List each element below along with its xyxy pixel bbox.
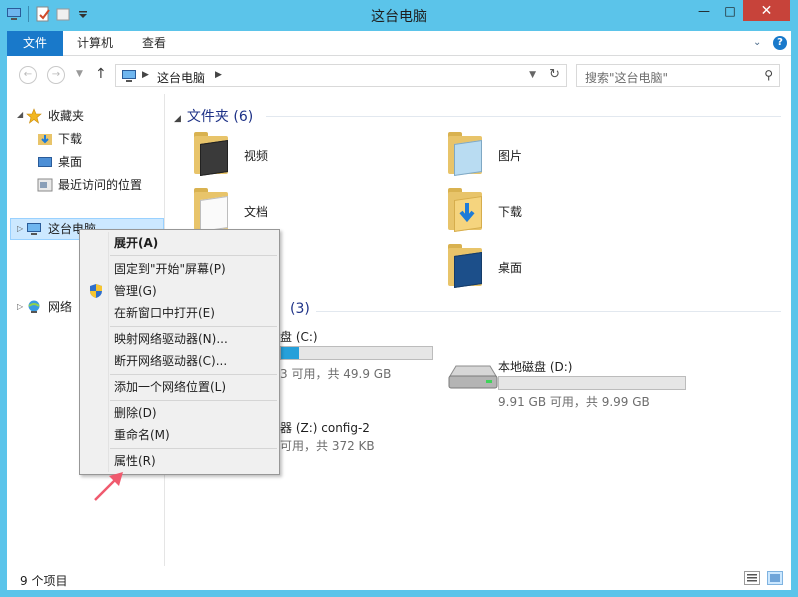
recent-locations-icon[interactable]: ▼ [76,69,83,79]
tree-label: 最近访问的位置 [58,178,143,192]
folder-documents[interactable]: 文档 [244,203,268,220]
menu-item-pin-to-start[interactable]: 固定到"开始"屏幕(P) [82,258,277,280]
group-divider [266,116,781,117]
computer-icon [121,68,137,87]
tab-file[interactable]: 文件 [7,31,63,56]
ribbon-tabs: 文件 计算机 查看 ⌄ ? [7,31,791,56]
tree-downloads[interactable]: 下载 [37,128,157,150]
breadcrumb-this-pc[interactable]: 这台电脑 [157,69,205,86]
desktop-folder-icon [448,244,482,288]
forward-button[interactable]: → [47,66,65,84]
menu-separator [110,374,277,375]
status-bar: 9 个项目 [7,566,791,590]
desktop-icon [37,154,53,170]
expand-icon[interactable]: ▷ [17,218,23,240]
drive-z-free: 可用，共 372 KB [280,439,375,453]
item-count: 9 个项目 [20,574,68,588]
devices-group-header[interactable]: (3) [290,301,310,317]
recent-places-icon [37,177,53,193]
refresh-icon[interactable]: ↻ [549,67,560,82]
tree-favorites[interactable]: ◢ 收藏夹 [17,105,157,127]
menu-separator [110,326,277,327]
tree-label: 网络 [48,300,73,314]
drive-c-free: 3 可用，共 49.9 GB [280,367,392,381]
drive-c-usage-bar [280,346,433,360]
tree-label: 桌面 [58,155,83,169]
folder-videos[interactable]: 视频 [244,147,268,164]
menu-item-open-new-window[interactable]: 在新窗口中打开(E) [82,302,277,324]
search-placeholder[interactable]: 搜索"这台电脑" [585,69,668,86]
context-menu: 展开(A) 固定到"开始"屏幕(P) 管理(G) 在新窗口中打开(E) 映射网络… [79,229,280,475]
maximize-button[interactable]: □ [717,0,743,21]
tree-recent-places[interactable]: 最近访问的位置 [37,174,162,196]
search-icon[interactable]: ⚲ [764,68,773,82]
window-controls: — □ ✕ [691,0,790,21]
downloads-folder-icon [448,188,482,232]
menu-separator [110,448,277,449]
star-icon [26,108,42,124]
drive-d-usage-bar [498,376,686,390]
drive-d-name[interactable]: 本地磁盘 (D:) [498,358,572,375]
tree-label: 收藏夹 [48,109,85,123]
pictures-folder-icon [448,132,482,176]
address-dropdown-icon[interactable]: ▼ [529,70,536,80]
folder-pictures[interactable]: 图片 [498,147,522,164]
address-bar[interactable]: ▶ 这台电脑 ▶ ▼ ↻ [115,64,567,87]
large-icons-view-icon[interactable] [767,571,783,585]
menu-separator [110,400,277,401]
close-button[interactable]: ✕ [743,0,790,21]
drive-d-free: 9.91 GB 可用，共 9.99 GB [498,395,650,409]
expand-ribbon-icon[interactable]: ⌄ [753,37,765,49]
menu-separator [110,255,277,256]
hard-drive-icon [446,362,498,395]
collapse-group-icon[interactable]: ◢ [174,114,181,124]
tab-computer[interactable]: 计算机 [63,31,127,56]
menu-item-add-network-location[interactable]: 添加一个网络位置(L) [82,376,277,398]
video-folder-icon [194,132,228,176]
shield-icon [88,283,104,299]
folders-group-header[interactable]: ◢ 文件夹 (6) [174,106,253,126]
group-title: 文件夹 (6) [186,109,254,125]
menu-item-rename[interactable]: 重命名(M) [82,424,277,446]
breadcrumb-separator-icon[interactable]: ▶ [142,70,149,80]
drive-c-usage-fill [281,347,300,359]
network-icon [26,299,42,315]
downloads-icon [37,131,53,147]
folder-downloads[interactable]: 下载 [498,203,522,220]
back-button[interactable]: ← [19,66,37,84]
title-bar: 这台电脑 — □ ✕ [0,0,798,31]
menu-item-expand[interactable]: 展开(A) [82,232,277,254]
drive-z-name[interactable]: 器 (Z:) config-2 [280,419,370,436]
group-divider [316,311,781,312]
computer-icon [26,221,42,237]
breadcrumb-separator-icon[interactable]: ▶ [215,70,222,80]
help-icon[interactable]: ? [773,36,787,50]
search-box[interactable]: 搜索"这台电脑" ⚲ [576,64,780,87]
annotation-arrow-icon [94,472,123,501]
documents-folder-icon [194,188,228,232]
window-title: 这台电脑 [371,9,427,25]
tree-desktop[interactable]: 桌面 [37,151,157,173]
drive-c-name[interactable]: 盘 (C:) [280,328,318,345]
menu-item-map-network-drive[interactable]: 映射网络驱动器(N)... [82,328,277,350]
up-button[interactable]: ↑ [95,66,107,82]
tree-label: 下载 [58,132,83,146]
navigation-bar: ← → ▼ ↑ ▶ 这台电脑 ▶ ▼ ↻ 搜索"这台电脑" ⚲ [7,56,791,94]
expand-icon[interactable]: ▷ [17,296,23,318]
folder-desktop[interactable]: 桌面 [498,259,522,276]
tab-view[interactable]: 查看 [128,31,180,56]
menu-item-manage[interactable]: 管理(G) [82,280,277,302]
details-view-icon[interactable] [744,571,760,585]
collapse-icon[interactable]: ◢ [17,104,23,126]
menu-item-disconnect-network-drive[interactable]: 断开网络驱动器(C)... [82,350,277,372]
menu-item-delete[interactable]: 删除(D) [82,402,277,424]
menu-item-label: 管理(G) [114,284,157,298]
minimize-button[interactable]: — [691,0,717,21]
